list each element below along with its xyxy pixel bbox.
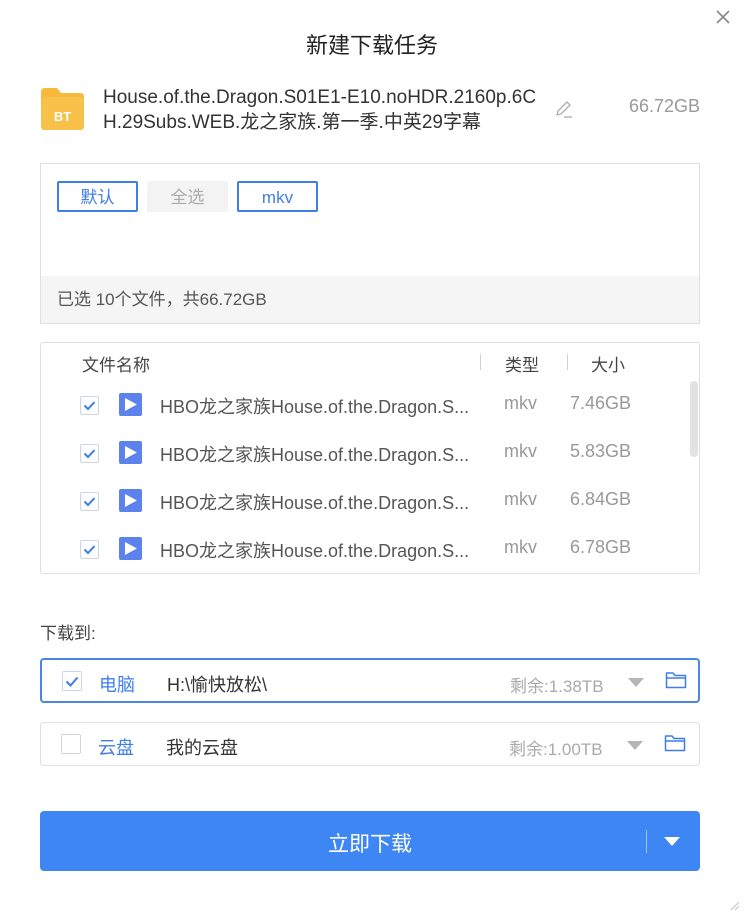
cloud-free-space: 剩余:1.00TB (509, 740, 603, 759)
download-target-cloud[interactable]: 云盘 我的云盘 剩余:1.00TB (40, 722, 700, 766)
file-size: 6.78GB (570, 537, 632, 557)
file-row[interactable]: HBO龙之家族House.of.the.Dragon.S... mkv 6.84… (41, 477, 681, 525)
filter-default-button[interactable]: 默认 (57, 181, 138, 212)
close-button[interactable] (712, 6, 734, 28)
video-file-icon (119, 393, 142, 416)
file-checkbox[interactable] (80, 492, 99, 511)
video-file-icon (119, 441, 142, 464)
chevron-down-icon[interactable] (627, 741, 643, 750)
bt-icon-label: BT (54, 109, 71, 124)
file-checkbox[interactable] (80, 444, 99, 463)
cloud-target-path[interactable]: 我的云盘 (166, 734, 238, 760)
cloud-target-label: 云盘 (98, 738, 134, 758)
file-checkbox[interactable] (80, 396, 99, 415)
file-type: mkv (504, 441, 537, 461)
file-size: 7.46GB (570, 393, 632, 413)
download-to-label: 下载到: (40, 624, 96, 643)
column-divider[interactable] (480, 354, 481, 370)
chevron-down-icon[interactable] (628, 678, 644, 687)
folder-browse-button[interactable] (664, 733, 686, 758)
download-now-button[interactable]: 立即下载 (40, 811, 700, 871)
selection-summary: 已选 10个文件，共66.72GB (41, 276, 699, 323)
resize-grip-icon[interactable] (728, 898, 740, 911)
local-target-path[interactable]: H:\愉快放松\ (167, 671, 267, 697)
column-header-type[interactable]: 类型 (505, 351, 539, 376)
file-row[interactable]: HBO龙之家族House.of.the.Dragon.S... mkv 7.46… (41, 381, 681, 429)
file-size: 6.84GB (570, 489, 632, 509)
file-list-scrollbar[interactable] (690, 381, 698, 457)
dialog-title: 新建下载任务 (305, 33, 438, 58)
local-target-label: 电脑 (99, 675, 135, 695)
file-type: mkv (504, 489, 537, 509)
check-icon (83, 545, 96, 555)
button-divider (646, 830, 647, 853)
torrent-size: 66.72GB (628, 96, 700, 116)
chevron-down-icon[interactable] (664, 837, 680, 846)
folder-browse-button[interactable] (665, 670, 687, 695)
file-name: HBO龙之家族House.of.the.Dragon.S... (160, 397, 470, 417)
filter-mkv-button[interactable]: mkv (237, 181, 318, 212)
filter-select-all-button[interactable]: 全选 (147, 181, 228, 212)
local-target-checkbox[interactable] (62, 671, 82, 691)
file-type: mkv (504, 537, 537, 557)
file-row[interactable]: HBO龙之家族House.of.the.Dragon.S... mkv 5.83… (41, 429, 681, 477)
file-size: 5.83GB (570, 441, 632, 461)
column-divider[interactable] (567, 354, 568, 370)
file-name: HBO龙之家族House.of.the.Dragon.S... (160, 445, 470, 465)
file-row[interactable]: HBO龙之家族House.of.the.Dragon.S... mkv 6.78… (41, 525, 681, 573)
file-name: HBO龙之家族House.of.the.Dragon.S... (160, 493, 470, 513)
close-icon (716, 10, 730, 24)
column-header-name[interactable]: 文件名称 (82, 351, 150, 376)
file-list-header: 文件名称 类型 大小 (41, 343, 699, 381)
column-header-size[interactable]: 大小 (591, 351, 625, 376)
check-icon (83, 449, 96, 459)
check-icon (65, 676, 79, 687)
file-list: 文件名称 类型 大小 HBO龙之家族House.of.the.Dragon.S.… (40, 342, 700, 574)
download-target-local[interactable]: 电脑 H:\愉快放松\ 剩余:1.38TB (40, 658, 700, 703)
torrent-name: House.of.the.Dragon.S01E1-E10.noHDR.2160… (103, 87, 537, 133)
file-name: HBO龙之家族House.of.the.Dragon.S... (160, 541, 470, 561)
local-free-space: 剩余:1.38TB (510, 677, 604, 696)
file-checkbox[interactable] (80, 540, 99, 559)
file-type: mkv (504, 393, 537, 413)
pencil-icon (556, 101, 572, 118)
video-file-icon (119, 537, 142, 560)
folder-icon (664, 735, 686, 752)
folder-icon (665, 672, 687, 689)
bt-folder-icon: BT (40, 86, 85, 131)
filter-panel: 默认 全选 mkv 已选 10个文件，共66.72GB (40, 163, 700, 324)
edit-name-button[interactable] (553, 98, 575, 120)
download-now-label: 立即下载 (328, 833, 412, 856)
cloud-target-checkbox[interactable] (61, 734, 81, 754)
video-file-icon (119, 489, 142, 512)
check-icon (83, 401, 96, 411)
check-icon (83, 497, 96, 507)
